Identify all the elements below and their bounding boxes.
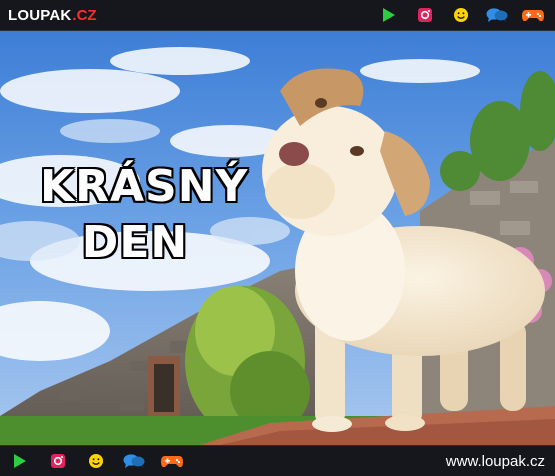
chat-icon[interactable]	[122, 452, 146, 470]
top-bar: LOUPAK .CZ	[0, 0, 555, 31]
play-icon[interactable]	[377, 6, 401, 24]
gamepad-icon[interactable]	[160, 452, 184, 470]
site-logo[interactable]: LOUPAK .CZ	[8, 5, 97, 25]
smiley-icon[interactable]	[84, 452, 108, 470]
bottom-icon-row	[8, 452, 184, 470]
meme-caption: KRÁSNÝ DEN	[40, 159, 249, 271]
meme-photo: KRÁSNÝ DEN	[0, 31, 555, 445]
caption-line-1: KRÁSNÝ	[40, 161, 249, 212]
logo-tld: .CZ	[72, 6, 97, 24]
smiley-icon[interactable]	[449, 6, 473, 24]
page-frame: LOUPAK .CZ KRÁSNÝ DEN www.loupak.cz	[0, 0, 555, 476]
chat-icon[interactable]	[485, 6, 509, 24]
gamepad-icon[interactable]	[521, 6, 545, 24]
play-icon[interactable]	[8, 452, 32, 470]
instagram-icon[interactable]	[46, 452, 70, 470]
logo-text: LOUPAK	[8, 6, 72, 24]
site-url[interactable]: www.loupak.cz	[446, 453, 545, 470]
top-icon-row	[377, 6, 545, 24]
instagram-icon[interactable]	[413, 6, 437, 24]
caption-line-2: DEN	[81, 217, 189, 268]
bottom-bar: www.loupak.cz	[0, 445, 555, 476]
